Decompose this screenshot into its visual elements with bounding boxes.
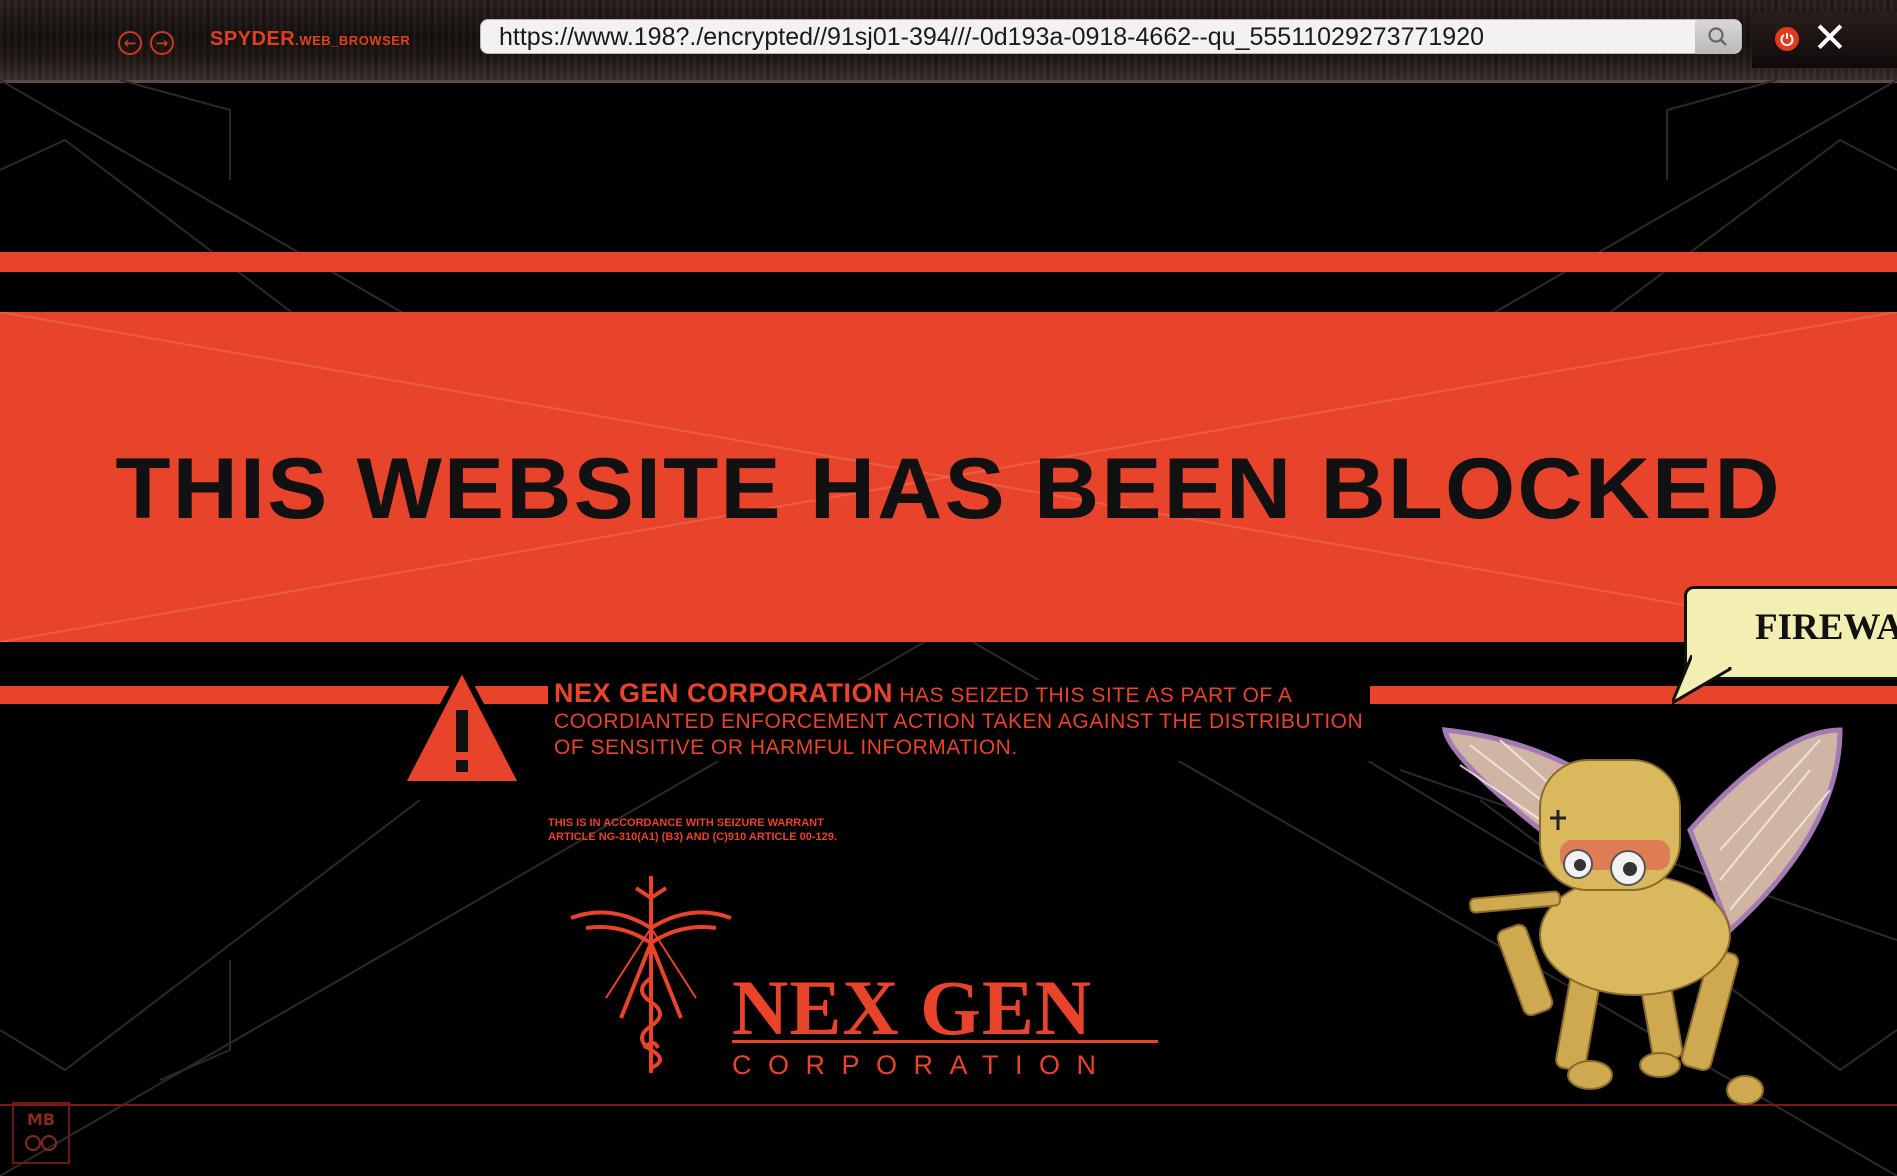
notice-corporation: NEX GEN CORPORATION <box>554 678 894 708</box>
speech-text: FIREWA <box>1755 607 1897 648</box>
url-input[interactable] <box>499 23 1689 51</box>
close-icon[interactable]: ✕ <box>1810 17 1850 59</box>
forward-arrow-icon[interactable]: → <box>150 31 174 55</box>
warning-triangle-icon <box>397 661 527 792</box>
brand-sub: .WEB_BROWSER <box>295 33 411 48</box>
logo-subtitle: CORPORATION <box>732 1050 1113 1080</box>
top-thin-stripe <box>0 252 1897 272</box>
address-bar[interactable] <box>480 19 1742 54</box>
logo-rule <box>732 1040 1158 1043</box>
firewall-bug-character[interactable] <box>1430 720 1850 1114</box>
fine-line-2: ARTICLE NG-310(A1) (B3) AND (C)910 ARTIC… <box>548 831 837 843</box>
creature-body <box>1539 874 1731 996</box>
logo-wordmark: NEX GEN <box>732 964 1093 1051</box>
browser-brand: SPYDER.WEB_BROWSER <box>210 28 410 51</box>
nex-gen-emblem-icon <box>566 868 736 1082</box>
mb-badge-text: MB <box>26 1110 56 1129</box>
back-arrow-icon[interactable]: ← <box>118 31 142 55</box>
seizure-notice: NEX GEN CORPORATION HAS SEIZED THIS SITE… <box>548 680 1370 761</box>
page-title: THIS WEBSITE HAS BEEN BLOCKED <box>115 441 1782 537</box>
search-icon[interactable] <box>1695 20 1741 53</box>
mb-badge: MB <box>12 1102 70 1164</box>
fine-line-1: THIS IS IN ACCORDANCE WITH SEIZURE WARRA… <box>548 817 824 829</box>
creature-head <box>1539 759 1681 891</box>
brand-main: SPYDER <box>210 28 296 50</box>
power-icon[interactable] <box>1775 27 1799 51</box>
warrant-fine-print: THIS IS IN ACCORDANCE WITH SEIZURE WARRA… <box>548 816 968 844</box>
speech-bubble-tail <box>1672 655 1732 705</box>
badge-emblem-icon <box>25 1135 57 1151</box>
